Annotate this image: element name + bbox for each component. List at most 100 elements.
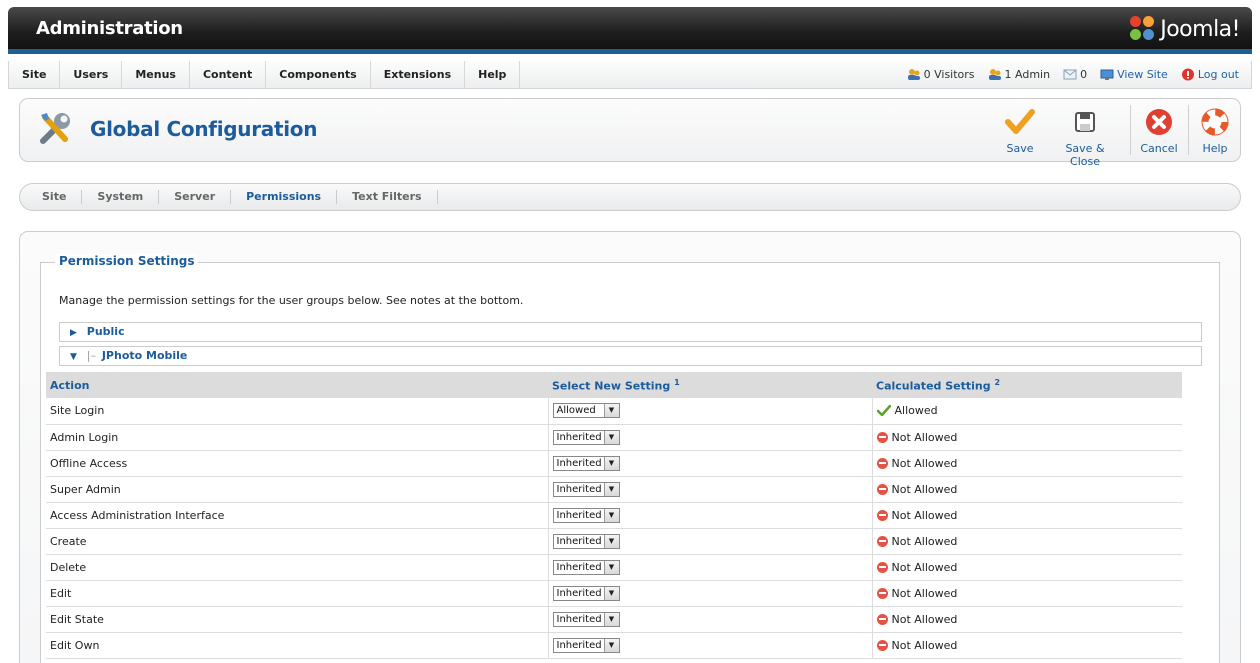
column-header-calculated: Calculated Setting 2 (872, 372, 1182, 398)
not-allowed-icon (876, 587, 888, 599)
calculated-setting: Not Allowed (876, 431, 1183, 444)
visitors-status: 0 Visitors (907, 68, 975, 81)
not-allowed-icon (876, 613, 888, 625)
main-menu-bar: Site Users Menus Content Components Exte… (8, 61, 1252, 89)
help-button[interactable]: Help (1198, 107, 1232, 155)
calculated-value: Not Allowed (891, 534, 958, 548)
setting-select[interactable]: Inherited ▼ (552, 637, 620, 653)
setting-select[interactable]: Inherited ▼ (552, 481, 620, 497)
dropdown-arrow-icon: ▼ (603, 638, 619, 652)
setting-select[interactable]: Allowed ▼ (552, 403, 620, 419)
setting-cell: Inherited ▼ (547, 450, 872, 477)
status-bar: 0 Visitors 1 Admin 0 View Site Log out (894, 61, 1239, 88)
messages-status[interactable]: 0 (1063, 68, 1087, 81)
cancel-button[interactable]: Cancel (1140, 107, 1178, 155)
menu-help[interactable]: Help (465, 61, 521, 88)
group-toggle-jphoto-mobile[interactable]: ▼ |– JPhoto Mobile (59, 346, 1202, 366)
setting-cell: Inherited ▼ (547, 502, 872, 529)
admins-icon (988, 68, 1002, 81)
configuration-tabs: Site System Server Permissions Text Filt… (19, 183, 1241, 211)
floppy-disk-icon (1070, 107, 1100, 137)
calculated-cell: Allowed (871, 398, 1182, 425)
table-row: Access Administration Interface Inherited… (46, 502, 1182, 529)
visitors-count: 0 Visitors (923, 68, 975, 81)
checkmark-icon (1005, 107, 1035, 137)
permissions-description: Manage the permission settings for the u… (59, 294, 524, 307)
setting-select[interactable]: Inherited ▼ (552, 559, 620, 575)
calculated-cell: Not Allowed (871, 450, 1182, 477)
dropdown-arrow-icon: ▼ (603, 534, 619, 548)
menu-menus[interactable]: Menus (122, 61, 190, 88)
calculated-setting: Not Allowed (876, 483, 1183, 496)
menu-site[interactable]: Site (9, 61, 61, 88)
save-close-button[interactable]: Save & Close (1050, 107, 1120, 168)
setting-value: Inherited (556, 535, 602, 547)
monitor-icon (1100, 68, 1114, 81)
not-allowed-icon (876, 509, 888, 521)
not-allowed-icon (876, 431, 888, 443)
table-row: Create Inherited ▼ Not Allowed (46, 528, 1183, 555)
save-button[interactable]: Save (1004, 107, 1036, 155)
setting-cell: Allowed ▼ (547, 398, 872, 425)
calculated-cell: Not Allowed (871, 528, 1183, 555)
action-name: Super Admin (46, 476, 548, 503)
table-row: Edit Own Inherited ▼ Not Allowed (46, 632, 1182, 659)
setting-select[interactable]: Inherited ▼ (552, 455, 620, 471)
caret-down-icon: ▼ (70, 352, 77, 362)
setting-cell: Inherited ▼ (547, 580, 872, 607)
tree-connector: |– (86, 349, 96, 362)
tab-system[interactable]: System (82, 190, 160, 204)
view-site-link[interactable]: View Site (1100, 68, 1168, 81)
tab-text-filters[interactable]: Text Filters (337, 190, 438, 204)
menu-users[interactable]: Users (60, 61, 123, 88)
calculated-value: Not Allowed (891, 508, 958, 522)
setting-cell: Inherited ▼ (547, 554, 872, 581)
help-label: Help (1202, 142, 1228, 155)
joomla-logo[interactable]: Joomla! (1130, 14, 1240, 44)
toolbar-box: Global Configuration Save Save & Close C… (19, 98, 1241, 168)
setting-select[interactable]: Inherited ▼ (552, 507, 620, 523)
logout-link[interactable]: Log out (1181, 68, 1239, 81)
save-label: Save (1006, 142, 1034, 155)
table-row: Delete Inherited ▼ Not Allowed (46, 554, 1182, 581)
configuration-tools-icon (35, 109, 75, 149)
table-row: Super Admin Inherited ▼ Not Allowed (46, 476, 1183, 503)
joomla-logo-icon (1130, 16, 1156, 42)
admins-count: 1 Admin (1004, 68, 1051, 81)
column-header-select: Select New Setting 1 (548, 372, 872, 398)
cancel-label: Cancel (1140, 142, 1178, 155)
calculated-cell: Not Allowed (871, 606, 1182, 633)
tab-site[interactable]: Site (20, 190, 83, 204)
group-name: JPhoto Mobile (101, 349, 188, 362)
logout-icon (1181, 68, 1195, 81)
visitors-icon (907, 68, 921, 81)
tab-server[interactable]: Server (159, 190, 232, 204)
menu-content[interactable]: Content (190, 61, 267, 88)
dropdown-arrow-icon: ▼ (603, 404, 619, 418)
calculated-cell: Not Allowed (871, 632, 1182, 659)
action-name: Create (46, 528, 548, 555)
action-name: Edit Own (46, 632, 548, 659)
toolbar-divider (1188, 105, 1189, 155)
toolbar-divider (1130, 105, 1131, 155)
allowed-check-icon (876, 405, 891, 417)
setting-select[interactable]: Inherited ▼ (552, 611, 620, 627)
menu-extensions[interactable]: Extensions (371, 61, 466, 88)
table-row: Admin Login Inherited ▼ Not Allowed (46, 424, 1183, 451)
setting-select[interactable]: Inherited ▼ (552, 429, 620, 445)
admins-status: 1 Admin (988, 68, 1051, 81)
calculated-setting: Not Allowed (876, 534, 1183, 548)
setting-select[interactable]: Inherited ▼ (552, 533, 620, 549)
menu-components[interactable]: Components (266, 61, 371, 88)
calculated-cell: Not Allowed (871, 580, 1182, 607)
setting-value: Inherited (556, 639, 602, 651)
not-allowed-icon (876, 483, 888, 495)
setting-value: Allowed (556, 405, 596, 417)
cancel-x-icon (1144, 107, 1174, 137)
group-toggle-public[interactable]: ▶ Public (59, 322, 1202, 342)
tab-permissions[interactable]: Permissions (231, 190, 338, 204)
setting-select[interactable]: Inherited ▼ (552, 585, 620, 601)
calculated-cell: Not Allowed (871, 476, 1183, 503)
logout-label: Log out (1197, 68, 1239, 81)
action-name: Edit (46, 580, 548, 607)
